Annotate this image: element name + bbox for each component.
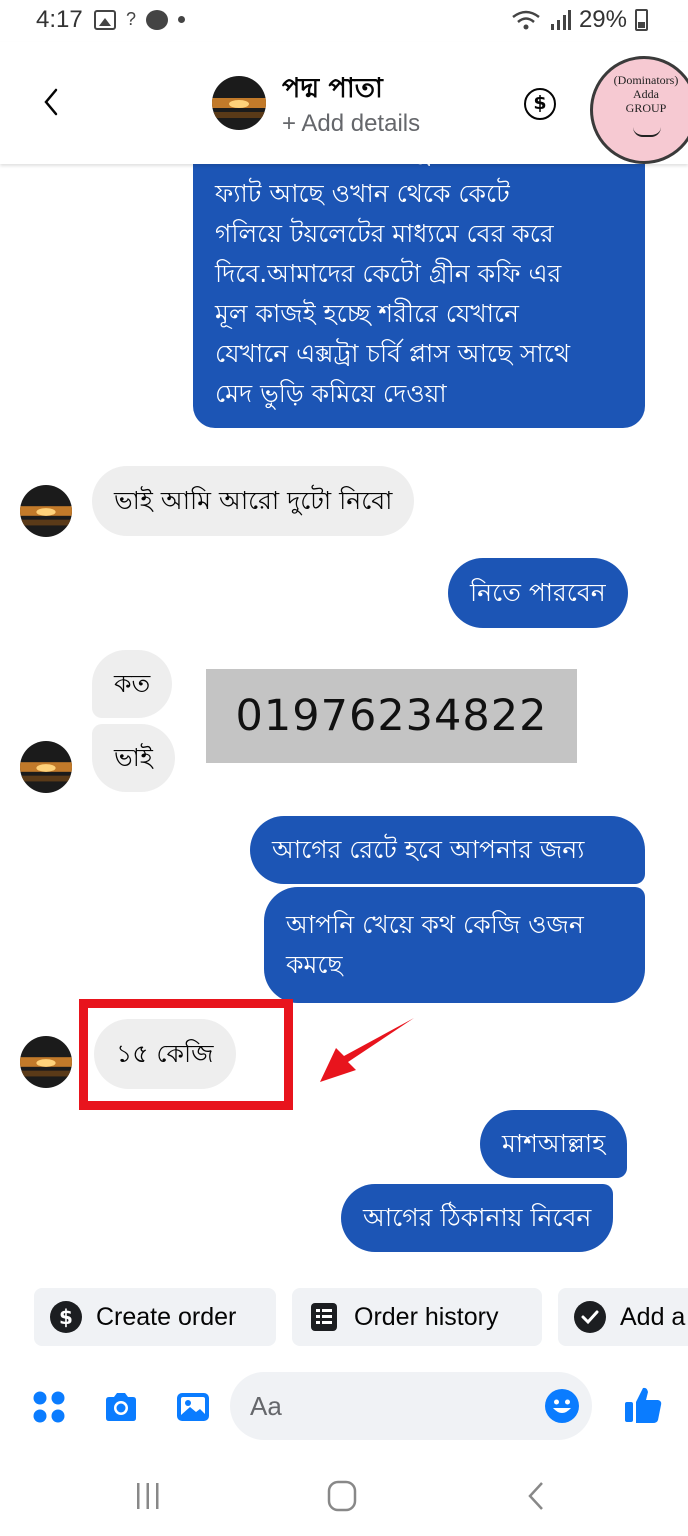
message-line: আগের ঠিকানায় নিবেন xyxy=(363,1203,592,1232)
battery-icon xyxy=(635,9,648,31)
message-line: ফ্যাট আছে ওখান থেকে কেটে xyxy=(215,179,510,208)
order-history-chip[interactable]: Order history xyxy=(292,1288,542,1346)
check-circle-icon xyxy=(574,1301,606,1333)
wifi-icon xyxy=(512,10,540,30)
group-badge-line3: GROUP xyxy=(625,101,667,115)
message-line: মূল কাজই হচ্ছে শরীরে যেখানে xyxy=(215,299,519,328)
message-line: কমছে xyxy=(286,950,343,979)
contact-name[interactable]: পদ্ম পাতা xyxy=(282,68,383,113)
message-bubble-incoming[interactable]: কত xyxy=(92,650,173,718)
notification-icons: ? xyxy=(94,9,186,30)
payments-button[interactable]: $ xyxy=(524,88,556,120)
message-line: আপনি খেয়ে কথ কেজি ওজন xyxy=(286,910,584,939)
message-line: গলিয়ে টয়লেটের মাধ্যমে বের করে xyxy=(215,219,554,248)
message-list[interactable]: যেখানে যেখানে এক্সট্রা চর্বি প্লাস ফ্যাট… xyxy=(0,164,688,1274)
message-line: নিতে পারবেন xyxy=(470,578,606,607)
group-badge-smile xyxy=(633,127,661,137)
message-bubble-outgoing[interactable]: মাশআল্লাহ xyxy=(480,1110,628,1178)
phone-number-overlay: 01976234822 xyxy=(206,669,577,763)
message-bubble-outgoing[interactable]: আগের ঠিকানায় নিবেন xyxy=(341,1184,614,1252)
cell-signal-icon xyxy=(550,10,571,30)
group-badge-line2: Adda xyxy=(633,87,659,101)
quick-actions-bar: $ Create order Order history Add a xyxy=(0,1284,688,1350)
battery-percent: 29% xyxy=(578,6,627,33)
message-bubble-outgoing[interactable]: যেখানে যেখানে এক্সট্রা চর্বি প্লাস ফ্যাট… xyxy=(193,164,645,428)
messenger-notification-icon xyxy=(146,9,169,30)
sender-avatar[interactable] xyxy=(20,485,72,537)
sender-avatar[interactable] xyxy=(20,741,72,793)
message-line: ভাই xyxy=(114,743,153,772)
add-details-link[interactable]: + Add details xyxy=(282,110,420,138)
sender-avatar[interactable] xyxy=(20,1036,72,1088)
message-composer xyxy=(0,1370,688,1444)
emoji-icon[interactable] xyxy=(544,1388,580,1424)
thumbs-up-icon[interactable] xyxy=(622,1384,664,1426)
chip-label: Add a xyxy=(620,1302,686,1331)
gallery-icon[interactable] xyxy=(174,1388,212,1426)
message-bubble-incoming[interactable]: ভাই xyxy=(92,724,175,792)
sunset-avatar-image xyxy=(20,741,72,793)
chip-label: Order history xyxy=(354,1302,499,1331)
status-time: 4:17 xyxy=(36,6,83,33)
dollar-circle-icon: $ xyxy=(50,1301,82,1333)
message-line: মেদ ভুড়ি কমিয়ে দেওয়া xyxy=(215,379,447,408)
add-chip[interactable]: Add a xyxy=(558,1288,688,1346)
message-line: ভাই আমি আরো দুটো নিবো xyxy=(114,486,393,515)
status-bar: 4:17 ? 29% xyxy=(0,0,688,42)
message-line: কত xyxy=(114,669,151,698)
message-input[interactable] xyxy=(250,1386,540,1426)
red-arrow-annotation xyxy=(320,1018,414,1082)
message-line: যেখানে এক্সট্রা চর্বি প্লাস আছে সাথে xyxy=(215,339,571,368)
group-watermark-badge: (Dominators) Adda GROUP xyxy=(590,56,688,164)
chevron-left-icon xyxy=(44,88,58,116)
recent-apps-icon[interactable] xyxy=(128,1478,168,1514)
message-line: দিবে.আমাদের কেটো গ্রীন কফি এর xyxy=(215,259,562,288)
sunset-avatar-image xyxy=(212,76,266,130)
message-line: মাশআল্লাহ xyxy=(502,1129,606,1158)
sunset-avatar-image xyxy=(20,485,72,537)
message-line: আগের রেটে হবে আপনার জন্য xyxy=(272,835,585,864)
message-bubble-outgoing[interactable]: আপনি খেয়ে কথ কেজি ওজন কমছে xyxy=(264,887,645,1003)
chip-label: Create order xyxy=(96,1302,237,1331)
camera-icon[interactable] xyxy=(102,1388,140,1426)
contact-avatar[interactable] xyxy=(212,76,266,130)
back-nav-icon[interactable] xyxy=(516,1478,556,1514)
highlight-frame xyxy=(79,999,293,1110)
message-bubble-outgoing[interactable]: নিতে পারবেন xyxy=(448,558,628,628)
system-navigation-bar xyxy=(0,1456,688,1536)
gallery-notification-icon xyxy=(94,9,116,30)
apps-grid-icon[interactable] xyxy=(30,1388,68,1426)
message-bubble-outgoing[interactable]: আগের রেটে হবে আপনার জন্য xyxy=(250,816,645,884)
receipt-icon xyxy=(311,1303,337,1331)
group-badge-line1: (Dominators) xyxy=(613,73,679,87)
back-button[interactable] xyxy=(34,82,70,122)
message-bubble-incoming[interactable]: ভাই আমি আরো দুটো নিবো xyxy=(92,466,415,536)
home-icon[interactable] xyxy=(322,1478,362,1514)
system-icons: 29% xyxy=(511,6,648,34)
create-order-chip[interactable]: $ Create order xyxy=(34,1288,276,1346)
message-input-container[interactable] xyxy=(230,1372,592,1440)
signal-hint-icon: ? xyxy=(126,9,137,29)
more-notifications-icon xyxy=(178,16,186,23)
svg-text:$: $ xyxy=(59,1305,73,1329)
sunset-avatar-image xyxy=(20,1036,72,1088)
group-badge-text: (Dominators) Adda GROUP xyxy=(601,73,688,115)
message-line: যেখানে যেখানে এক্সট্রা চর্বি প্লাস xyxy=(215,164,623,174)
conversation-header: পদ্ম পাতা + Add details $ (Dominators) A… xyxy=(0,42,688,164)
